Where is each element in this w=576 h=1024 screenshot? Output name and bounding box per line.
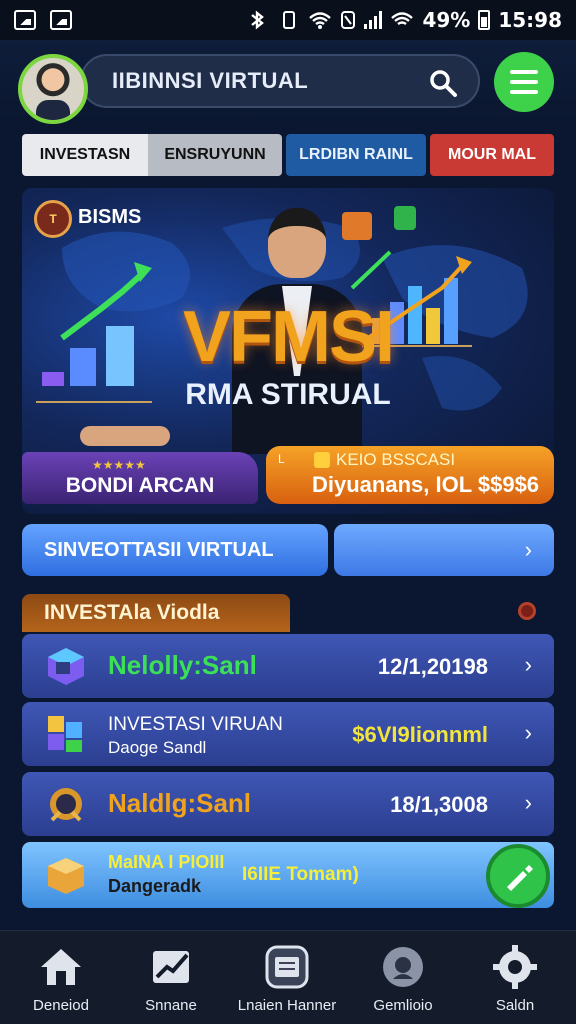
nav-item-chart[interactable]: Snnane [116, 931, 226, 1024]
nav-label: Gemlioio [373, 997, 433, 1014]
wifi-icon-2 [391, 12, 414, 25]
battery-icon [478, 10, 491, 30]
list-item-title: Nelolly:Sanl [108, 650, 257, 680]
menu-icon-line [510, 90, 538, 94]
avatar[interactable] [18, 54, 88, 124]
battery-percent: 49% [422, 8, 471, 32]
wifi-icon [309, 12, 332, 29]
banner-left-button[interactable]: ★★★★★ BONDI ARCAN [22, 452, 258, 504]
gallery-icon [14, 10, 36, 30]
nav-label: Saldn [495, 997, 535, 1014]
growth-icon [394, 206, 416, 230]
coin-icon [314, 452, 330, 468]
list-item[interactable]: Naldlg:Sanl 18/1,3008 › [22, 772, 554, 836]
list-item[interactable]: INVESTASI VIRUAN Daoge Sandl $6VI9Iionnm… [22, 702, 554, 766]
rating-stars-icon: ★★★★★ [92, 458, 146, 472]
status-left [14, 10, 72, 30]
edit-icon [507, 865, 533, 891]
chevron-right-icon: › [524, 652, 532, 677]
nav-item-home[interactable]: Deneiod [6, 931, 116, 1024]
medal-icon [50, 788, 82, 822]
list-item-value: $6VI9Iionnml [352, 722, 488, 747]
menu-button[interactable] [494, 52, 554, 112]
search-bar[interactable]: IIBINNSI VIRTUAL [80, 54, 480, 108]
chevron-right-icon: › [524, 720, 532, 745]
list-item-title: Naldlg:Sanl [108, 788, 252, 818]
tab-ensruyunn[interactable]: ENSRUYUNN [148, 134, 282, 176]
home-icon [41, 949, 81, 985]
tab-investasn[interactable]: INVESTASN [22, 134, 148, 176]
bottom-nav: Deneiod Snnane Lnaien Hanner Gemlioio Sa… [0, 930, 576, 1024]
nfc-icon [341, 11, 356, 29]
ledger-icon [265, 945, 309, 989]
banner-right-button-line1: KEIO BSSCASI [336, 450, 456, 469]
list-item-value: 12/1,20198 [377, 654, 488, 679]
list-item-subtitle: Daoge Sandl [108, 738, 207, 757]
search-icon[interactable] [428, 68, 458, 98]
nav-item-settings[interactable]: Saldn [460, 931, 570, 1024]
nav-label: Lnaien Hanner [237, 997, 337, 1014]
list-item[interactable]: Nelolly:Sanl 12/1,20198 › [22, 634, 554, 698]
notification-dot-icon [518, 602, 536, 620]
tab-bar: INVESTASN ENSRUYUNN LRDIBN RAINL MOUR MA… [22, 134, 554, 176]
promo-row[interactable]: MaINA I PIOIII Dangeradk I6IIE Tomam) [22, 842, 554, 908]
box-icon [48, 858, 84, 894]
promo-banner[interactable]: T BISMS VFMSI RMA STIRUAL ★★★★★ BONDI AR… [22, 188, 554, 514]
chart-icon [153, 951, 189, 983]
bluetooth-icon [251, 10, 265, 30]
tab-lrdibn-rainl[interactable]: LRDIBN RAINL [286, 134, 426, 176]
banner-label: BISMS [78, 206, 142, 228]
banner-title: VFMSI [182, 297, 395, 377]
promo-subtitle: Dangeradk [108, 876, 202, 896]
list-item-value: 18/1,3008 [390, 792, 488, 817]
banner-logo: T [34, 200, 72, 238]
profile-icon [383, 947, 423, 987]
banner-left-button-label: BONDI ARCAN [65, 474, 215, 497]
header: IIBINNSI VIRTUAL [0, 40, 576, 124]
chevron-right-icon: › [524, 790, 532, 815]
blocks-icon [48, 716, 82, 752]
signal-icon [364, 11, 383, 29]
status-bar: 49% 15:98 [0, 0, 576, 40]
tab-mour-mal[interactable]: MOUR MAL [430, 134, 554, 176]
cube-icon [48, 648, 84, 685]
presenter-hand [80, 426, 170, 446]
virtual-invest-button[interactable]: SINVEOTTASII VIRTUAL [22, 524, 328, 576]
status-right: 49% 15:98 [248, 8, 562, 32]
banner-right-button-prefix: L [278, 452, 285, 466]
nav-label: Snnane [145, 997, 197, 1014]
nav-label: Deneiod [33, 997, 89, 1014]
app-title: IIBINNSI VIRTUAL [112, 68, 309, 93]
virtual-invest-next-button[interactable]: › [334, 524, 554, 576]
settings-icon [493, 945, 537, 989]
promo-value: I6IIE Tomam) [242, 864, 359, 885]
section-title: INVESTAla Viodla [22, 594, 290, 632]
promo-title: MaINA I PIOIII [108, 852, 225, 872]
floating-action-button[interactable] [486, 844, 550, 908]
menu-icon-line [510, 70, 538, 74]
vibrate-icon [283, 11, 296, 29]
banner-subtitle: RMA STIRUAL [185, 378, 391, 411]
image-icon [50, 10, 72, 30]
list-item-title: INVESTASI VIRUAN [108, 714, 283, 735]
banner-right-button[interactable]: L KEIO BSSCASI Diyuanans, IOL $$9$6 [266, 446, 554, 504]
nav-item-ledger[interactable]: Lnaien Hanner [232, 931, 342, 1024]
nav-item-profile[interactable]: Gemlioio [348, 931, 458, 1024]
chevron-right-icon: › [524, 537, 532, 562]
clock: 15:98 [498, 8, 562, 32]
menu-icon-line [510, 80, 538, 84]
banner-right-button-line2: Diyuanans, IOL $$9$6 [312, 472, 540, 497]
